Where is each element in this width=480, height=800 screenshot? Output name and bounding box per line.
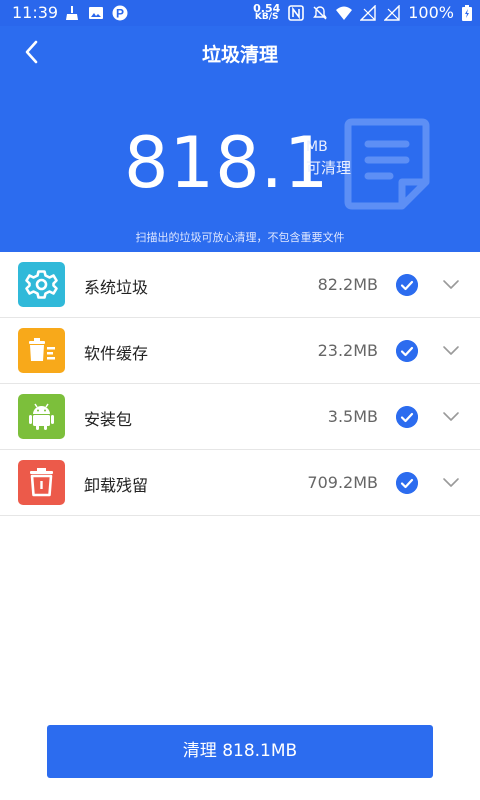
item-label: 安装包 [84, 410, 133, 429]
cleanable-label: 可清理 [306, 159, 352, 177]
p-app-icon: P [112, 5, 128, 21]
battery-percent: 100% [408, 3, 454, 22]
item-size: 709.2MB [307, 473, 378, 492]
battery-charging-icon [462, 4, 472, 21]
no-sim-icon [384, 4, 400, 21]
junk-category-list: 系统垃圾 82.2MB 软件缓存 23.2MB 安装包 3.5MB 卸载残留 7… [0, 252, 480, 516]
broom-icon [66, 6, 78, 20]
no-sim-icon [360, 4, 376, 21]
chevron-down-icon[interactable] [442, 475, 460, 489]
wifi-icon [336, 6, 353, 20]
junk-clean-screen: 11:39 P 0.54 KB/S 100% 垃圾清理 818.1 MB 可清理… [0, 0, 480, 800]
document-icon [344, 118, 430, 210]
svg-text:P: P [116, 7, 124, 21]
trash-icon [18, 460, 65, 505]
gear-icon [18, 262, 65, 307]
chevron-down-icon[interactable] [442, 343, 460, 357]
list-item-system-junk[interactable]: 系统垃圾 82.2MB [0, 252, 480, 318]
net-speed: 0.54 KB/S [253, 1, 281, 22]
page-title: 垃圾清理 [201, 44, 278, 66]
cleanable-size-unit: MB [306, 139, 328, 155]
item-label: 卸载残留 [84, 476, 149, 495]
checkbox-checked-icon[interactable] [396, 406, 418, 428]
item-size: 23.2MB [317, 341, 378, 360]
checkbox-checked-icon[interactable] [396, 274, 418, 296]
nfc-icon [288, 4, 305, 21]
item-size: 3.5MB [327, 407, 378, 426]
chevron-down-icon[interactable] [442, 409, 460, 423]
image-icon [89, 7, 103, 19]
chevron-down-icon[interactable] [442, 277, 460, 291]
mute-icon [313, 5, 328, 20]
checkbox-checked-icon[interactable] [396, 340, 418, 362]
list-item-app-cache[interactable]: 软件缓存 23.2MB [0, 318, 480, 384]
status-bar: 11:39 P 0.54 KB/S 100% [0, 0, 480, 26]
trash-list-icon [18, 328, 65, 373]
item-size: 82.2MB [317, 275, 378, 294]
checkbox-checked-icon[interactable] [396, 472, 418, 494]
status-time: 11:39 [12, 3, 59, 22]
clean-button[interactable]: 清理 818.1MB [47, 725, 433, 778]
cleanable-size-value: 818.1 [124, 122, 330, 204]
item-label: 系统垃圾 [84, 278, 149, 297]
list-item-uninstall-residue[interactable]: 卸载残留 709.2MB [0, 450, 480, 516]
nav-bar: 垃圾清理 [0, 26, 480, 78]
item-label: 软件缓存 [84, 344, 149, 363]
android-icon [18, 394, 65, 439]
list-item-install-packages[interactable]: 安装包 3.5MB [0, 384, 480, 450]
scan-note: 扫描出的垃圾可放心清理，不包含重要文件 [135, 231, 345, 244]
